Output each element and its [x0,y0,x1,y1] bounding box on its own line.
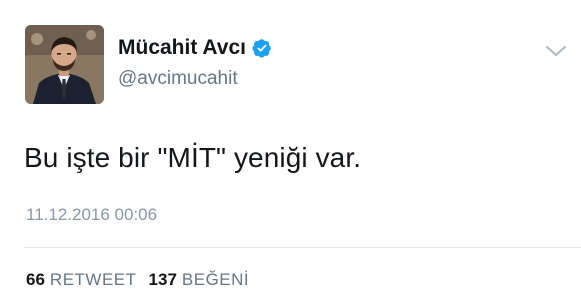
divider [24,247,581,248]
tweet-stats: 66 RETWEET 137 BEĞENİ [26,270,249,290]
display-name-text: Mücahit Avcı [118,36,246,59]
retweet-label: RETWEET [49,270,137,289]
chevron-down-icon[interactable] [545,44,567,58]
retweet-stat[interactable]: 66 RETWEET [26,270,137,290]
display-name[interactable]: Mücahit Avcı [118,36,272,60]
like-count: 137 [148,270,177,289]
tweet-card: Mücahit Avcı @avcimucahit Bu işte bir "M… [0,0,581,300]
like-label: BEĞENİ [181,270,250,289]
like-stat[interactable]: 137 BEĞENİ [149,270,250,290]
tweet-timestamp[interactable]: 11.12.2016 00:06 [26,205,157,225]
tweet-text: Bu işte bir "MİT" yeniği var. [24,142,362,173]
retweet-count: 66 [26,270,45,289]
avatar-photo [25,25,104,104]
avatar[interactable] [25,25,104,104]
user-handle[interactable]: @avcimucahit [118,68,238,90]
verified-badge-icon [252,38,272,58]
